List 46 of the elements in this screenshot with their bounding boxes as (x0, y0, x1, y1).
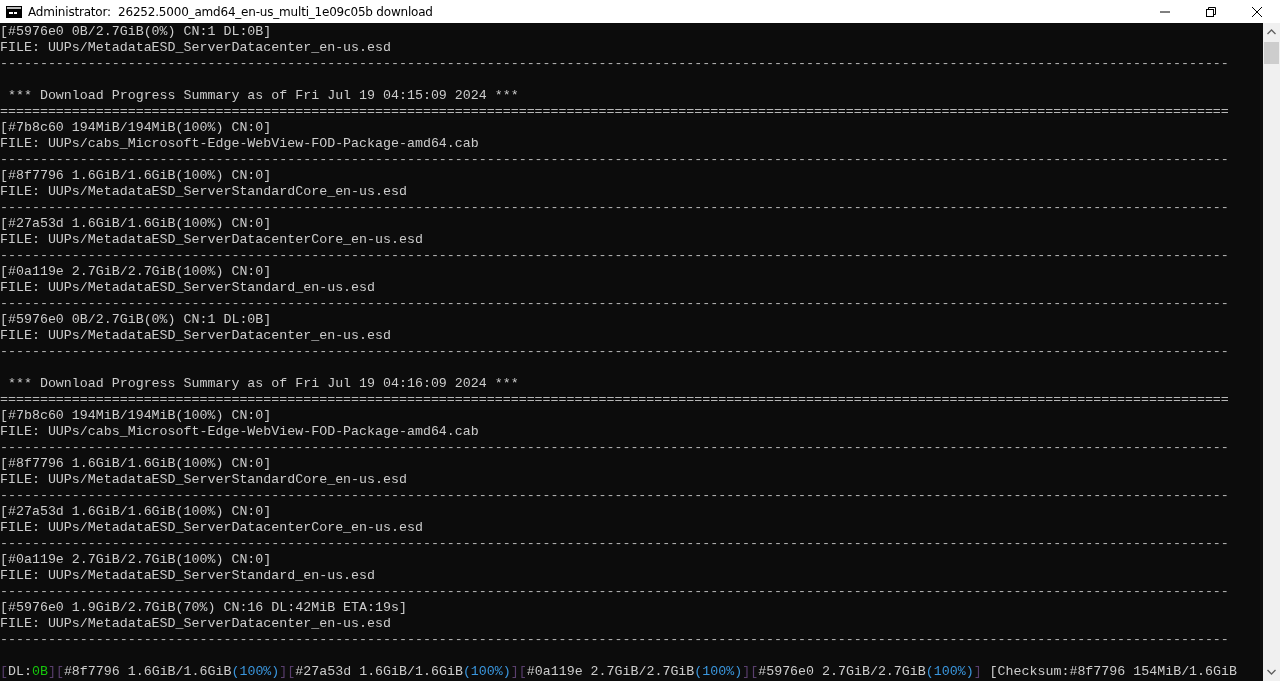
console-line: FILE: UUPs/cabs_Microsoft-Edge-WebView-FOD-Package-amd64.cab (0, 136, 479, 152)
console-line: [#5976e0 1.9GiB/2.7GiB(70%) CN:16 DL:42MiB ETA:19s] (0, 600, 407, 616)
separator-line: ---------------------------------------------------------------------------------------------------------------------------------------------------------- (0, 152, 1229, 168)
scroll-thumb[interactable] (1264, 42, 1279, 64)
console-line: [#5976e0 0B/2.7GiB(0%) CN:1 DL:0B] (0, 24, 272, 40)
restore-icon (1206, 6, 1216, 17)
scroll-down-icon[interactable] (1267, 669, 1276, 675)
console-line: [#27a53d 1.6GiB/1.6GiB(100%) CN:0] (0, 504, 272, 520)
separator-line: ---------------------------------------------------------------------------------------------------------------------------------------------------------- (0, 584, 1229, 600)
status-line: [DL:0B][#8f7796 1.6GiB/1.6GiB(100%)][#27a53d 1.6GiB/1.6GiB(100%)][#0a119e 2.7GiB/2.7GiB(100%)][#5976e0 2.7GiB/2.7GiB(100%)] [Checksum:#8f7796 154MiB/1.6GiB (0, 664, 1237, 680)
console-line: [#8f7796 1.6GiB/1.6GiB(100%) CN:0] (0, 168, 272, 184)
console-line: [#7b8c60 194MiB/194MiB(100%) CN:0] (0, 408, 272, 424)
separator-line: ========================================================================================================================================================== (0, 392, 1229, 408)
separator-line: ---------------------------------------------------------------------------------------------------------------------------------------------------------- (0, 296, 1229, 312)
console-line: FILE: UUPs/MetadataESD_ServerStandard_en-us.esd (0, 568, 376, 584)
console-line: [#0a119e 2.7GiB/2.7GiB(100%) CN:0] (0, 552, 272, 568)
console-line: FILE: UUPs/MetadataESD_ServerDatacenter_en-us.esd (0, 40, 391, 56)
separator-line: ---------------------------------------------------------------------------------------------------------------------------------------------------------- (0, 248, 1229, 264)
console-line: FILE: UUPs/MetadataESD_ServerStandardCore_en-us.esd (0, 472, 407, 488)
window-title: Administrator: 26252.5000_amd64_en-us_multi_1e09c05b download (28, 4, 433, 19)
console-line: FILE: UUPs/MetadataESD_ServerStandard_en-us.esd (0, 280, 376, 296)
scroll-up-icon[interactable] (1267, 29, 1276, 35)
separator-line: ---------------------------------------------------------------------------------------------------------------------------------------------------------- (0, 200, 1229, 216)
console-line: FILE: UUPs/MetadataESD_ServerStandardCore_en-us.esd (0, 184, 407, 200)
console-line: FILE: UUPs/MetadataESD_ServerDatacenter_en-us.esd (0, 616, 391, 632)
close-icon (1252, 6, 1262, 17)
console-line: [#7b8c60 194MiB/194MiB(100%) CN:0] (0, 120, 272, 136)
console-line: *** Download Progress Summary as of Fri Jul 19 04:16:09 2024 *** (6, 376, 519, 392)
separator-line: ---------------------------------------------------------------------------------------------------------------------------------------------------------- (0, 56, 1229, 72)
separator-line: ---------------------------------------------------------------------------------------------------------------------------------------------------------- (0, 632, 1229, 648)
separator-line: ========================================================================================================================================================== (0, 104, 1229, 120)
console-line: [#5976e0 0B/2.7GiB(0%) CN:1 DL:0B] (0, 312, 272, 328)
console-line: FILE: UUPs/MetadataESD_ServerDatacenter_en-us.esd (0, 328, 391, 344)
console-line: *** Download Progress Summary as of Fri Jul 19 04:15:09 2024 *** (6, 88, 519, 104)
scrollbar[interactable] (1263, 23, 1280, 681)
console-line: FILE: UUPs/MetadataESD_ServerDatacenterCore_en-us.esd (0, 232, 423, 248)
console-line: [#8f7796 1.6GiB/1.6GiB(100%) CN:0] (0, 456, 272, 472)
separator-line: ---------------------------------------------------------------------------------------------------------------------------------------------------------- (0, 488, 1229, 504)
console-line: [#0a119e 2.7GiB/2.7GiB(100%) CN:0] (0, 264, 272, 280)
separator-line: ---------------------------------------------------------------------------------------------------------------------------------------------------------- (0, 344, 1229, 360)
separator-line: ---------------------------------------------------------------------------------------------------------------------------------------------------------- (0, 536, 1229, 552)
console-line: FILE: UUPs/cabs_Microsoft-Edge-WebView-FOD-Package-amd64.cab (0, 424, 479, 440)
separator-line: ---------------------------------------------------------------------------------------------------------------------------------------------------------- (0, 440, 1229, 456)
console-line: [#27a53d 1.6GiB/1.6GiB(100%) CN:0] (0, 216, 272, 232)
console-line: FILE: UUPs/MetadataESD_ServerDatacenterCore_en-us.esd (0, 520, 423, 536)
terminal-icon (6, 5, 22, 18)
